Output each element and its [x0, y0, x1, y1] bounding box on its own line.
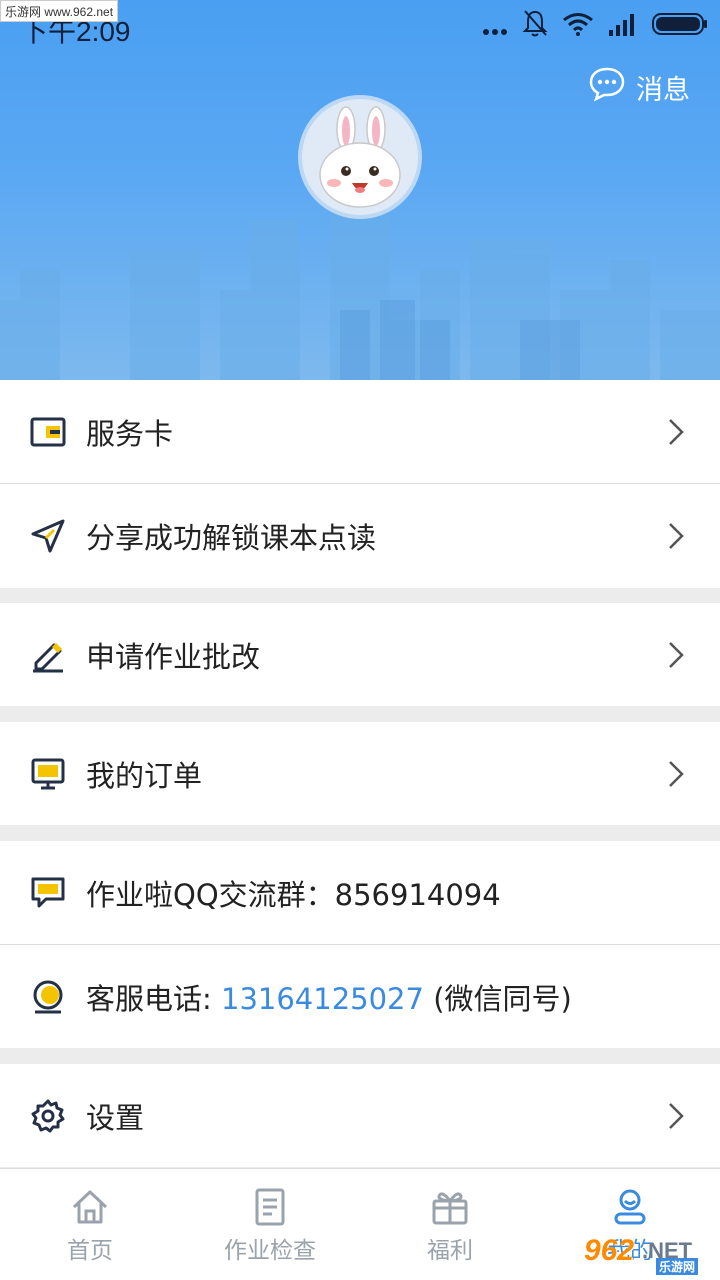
messages-label: 消息 — [636, 75, 690, 106]
nav-label: 首页 — [67, 1238, 113, 1264]
home-icon — [72, 1190, 108, 1224]
menu-label: 客服电话: 13164125027 (微信同号) — [86, 976, 572, 1018]
bell-muted-icon — [522, 9, 548, 44]
profile-icon — [614, 1189, 646, 1225]
menu-item-service-card[interactable]: 服务卡 — [0, 380, 720, 483]
menu-label: 申请作业批改 — [86, 639, 261, 674]
signal-icon — [608, 10, 638, 43]
watermark-top: 乐游网 www.962.net — [0, 0, 119, 22]
monitor-icon — [28, 754, 68, 794]
document-icon — [255, 1188, 285, 1226]
menu-label: 作业啦QQ交流群：856914094 — [86, 877, 501, 912]
menu-item-settings[interactable]: 设置 — [0, 1064, 720, 1167]
card-icon — [28, 412, 68, 452]
avatar[interactable] — [298, 95, 422, 219]
phone-suffix: (微信同号) — [433, 981, 572, 1016]
watermark-bottom: 962 .NET 乐游网 — [584, 1234, 716, 1276]
gear-icon — [28, 1096, 68, 1136]
messages-button[interactable]: 消息 — [588, 66, 690, 109]
chevron-right-icon — [669, 1102, 684, 1129]
headset-icon — [28, 977, 68, 1017]
menu-item-homework-review[interactable]: 申请作业批改 — [0, 603, 720, 706]
nav-welfare[interactable]: 福利 — [360, 1169, 540, 1280]
chat-bubble-icon — [588, 66, 626, 109]
phone-prefix: 客服电话: — [86, 981, 212, 1016]
nav-homework-check[interactable]: 作业检查 — [180, 1169, 360, 1280]
status-icons — [482, 9, 708, 44]
send-icon — [28, 516, 68, 556]
menu-label: 设置 — [86, 1100, 145, 1135]
menu-label: 服务卡 — [86, 416, 174, 451]
rabbit-avatar-icon — [319, 106, 401, 208]
nav-label: 福利 — [427, 1238, 473, 1264]
menu-item-qq-group[interactable]: 作业啦QQ交流群：856914094 — [0, 841, 720, 944]
menu-label: 分享成功解锁课本点读 — [86, 521, 377, 555]
watermark-brand: 962 — [584, 1234, 635, 1267]
pencil-icon — [28, 635, 68, 675]
chevron-right-icon — [669, 641, 684, 668]
nav-label: 作业检查 — [224, 1238, 316, 1264]
chevron-right-icon — [669, 523, 684, 549]
battery-icon — [652, 10, 708, 43]
phone-number-link[interactable]: 13164125027 — [221, 982, 424, 1016]
chevron-right-icon — [669, 760, 684, 787]
more-dots-icon — [482, 10, 508, 43]
menu-item-share-unlock[interactable]: 分享成功解锁课本点读 — [0, 484, 720, 588]
menu-item-my-orders[interactable]: 我的订单 — [0, 722, 720, 825]
profile-header: 下午2:09 乐游网 www.962.net 消息 — [0, 0, 720, 380]
watermark-sub: 乐游网 — [656, 1258, 699, 1275]
chat-icon — [28, 873, 68, 913]
menu-item-service-phone[interactable]: 客服电话: 13164125027 (微信同号) — [0, 945, 720, 1048]
gift-icon — [432, 1192, 468, 1225]
wifi-icon — [562, 10, 594, 43]
nav-home[interactable]: 首页 — [0, 1169, 180, 1280]
menu-label: 我的订单 — [86, 758, 203, 793]
chevron-right-icon — [669, 418, 684, 445]
